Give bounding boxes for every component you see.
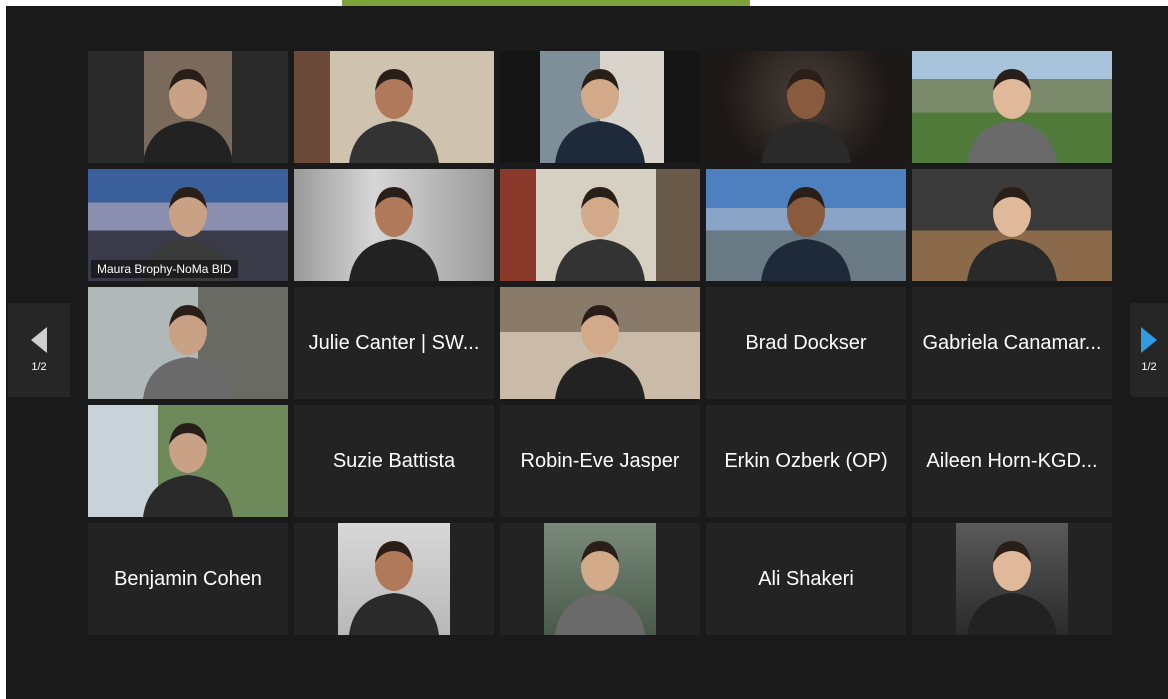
- participant-silhouette: [555, 69, 645, 163]
- participant-tile[interactable]: Robin-Eve Jasper: [500, 405, 700, 517]
- participant-name: Suzie Battista: [332, 449, 456, 472]
- participant-silhouette: [555, 541, 645, 635]
- participant-tile[interactable]: Gabriela Canamar...: [912, 287, 1112, 399]
- participant-silhouette: [143, 423, 233, 517]
- participant-tile[interactable]: [706, 51, 906, 163]
- participant-tile[interactable]: [912, 169, 1112, 281]
- participant-tile[interactable]: Brad Dockser: [706, 287, 906, 399]
- participant-silhouette: [555, 187, 645, 281]
- participant-tile[interactable]: [500, 169, 700, 281]
- participant-tile[interactable]: Erkin Ozberk (OP): [706, 405, 906, 517]
- participant-tile[interactable]: [294, 169, 494, 281]
- participant-tile[interactable]: Julie Canter | SW...: [294, 287, 494, 399]
- participant-tile[interactable]: [88, 51, 288, 163]
- arrow-right-icon: [1141, 327, 1157, 353]
- participant-tile[interactable]: [500, 51, 700, 163]
- participant-silhouette: [761, 187, 851, 281]
- next-page-button[interactable]: 1/2: [1130, 303, 1168, 397]
- participant-name: Gabriela Canamar...: [922, 331, 1102, 354]
- participant-tile[interactable]: [88, 287, 288, 399]
- participant-silhouette: [555, 305, 645, 399]
- participant-tile[interactable]: Maura Brophy-NoMa BID: [88, 169, 288, 281]
- participant-tile[interactable]: [912, 51, 1112, 163]
- participant-silhouette: [349, 187, 439, 281]
- page-indicator: 1/2: [31, 361, 47, 373]
- participant-tile[interactable]: [706, 169, 906, 281]
- participant-silhouette: [967, 541, 1057, 635]
- participant-tile[interactable]: Ali Shakeri: [706, 523, 906, 635]
- participant-name: Brad Dockser: [745, 331, 867, 354]
- participant-silhouette: [761, 69, 851, 163]
- participant-tile[interactable]: [294, 51, 494, 163]
- participant-name: Erkin Ozberk (OP): [724, 449, 888, 472]
- participant-name: Ali Shakeri: [758, 567, 854, 590]
- participant-name: Aileen Horn-KGD...: [926, 449, 1098, 472]
- participant-tile[interactable]: [500, 523, 700, 635]
- participant-tile[interactable]: [912, 523, 1112, 635]
- participant-tile[interactable]: Benjamin Cohen: [88, 523, 288, 635]
- participant-silhouette: [967, 69, 1057, 163]
- participant-name: Julie Canter | SW...: [308, 331, 480, 354]
- participant-tile[interactable]: Suzie Battista: [294, 405, 494, 517]
- participant-name-label: Maura Brophy-NoMa BID: [91, 260, 238, 278]
- participant-tile[interactable]: [88, 405, 288, 517]
- participant-tile[interactable]: Aileen Horn-KGD...: [912, 405, 1112, 517]
- participant-name: Benjamin Cohen: [114, 567, 262, 590]
- participant-grid: Maura Brophy-NoMa BID Julie Canter | SW..…: [88, 51, 1112, 635]
- participant-silhouette: [967, 187, 1057, 281]
- previous-page-button[interactable]: 1/2: [8, 303, 70, 397]
- participant-silhouette: [349, 69, 439, 163]
- participant-tile[interactable]: [500, 287, 700, 399]
- participant-silhouette: [143, 69, 233, 163]
- arrow-left-icon: [31, 327, 47, 353]
- participant-silhouette: [143, 305, 233, 399]
- participant-silhouette: [349, 541, 439, 635]
- participant-tile[interactable]: [294, 523, 494, 635]
- participant-name: Robin-Eve Jasper: [520, 449, 680, 472]
- page-indicator: 1/2: [1141, 361, 1157, 373]
- top-indicator-bar: [342, 0, 750, 6]
